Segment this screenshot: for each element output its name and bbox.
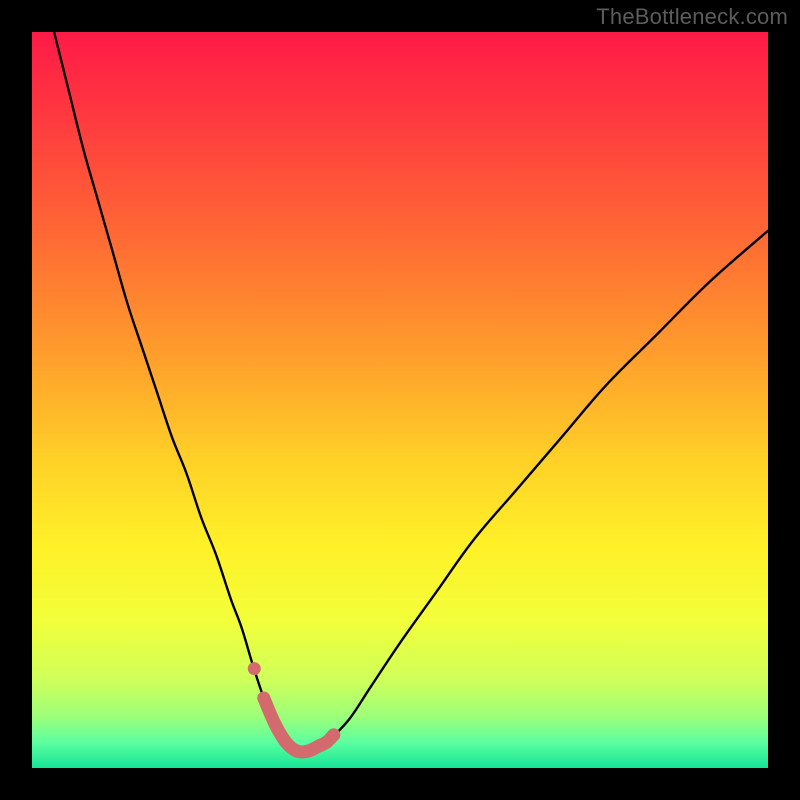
highlight-dot [327,728,340,741]
highlight-dot [257,692,270,705]
chart-frame: TheBottleneck.com [0,0,800,800]
highlight-dot [302,745,315,758]
highlight-dot [268,717,281,730]
gradient-background [32,32,768,768]
plot-area [32,32,768,768]
highlight-dot [279,736,292,749]
highlight-dot [248,662,261,675]
watermark-text: TheBottleneck.com [596,4,788,30]
chart-svg [32,32,768,768]
